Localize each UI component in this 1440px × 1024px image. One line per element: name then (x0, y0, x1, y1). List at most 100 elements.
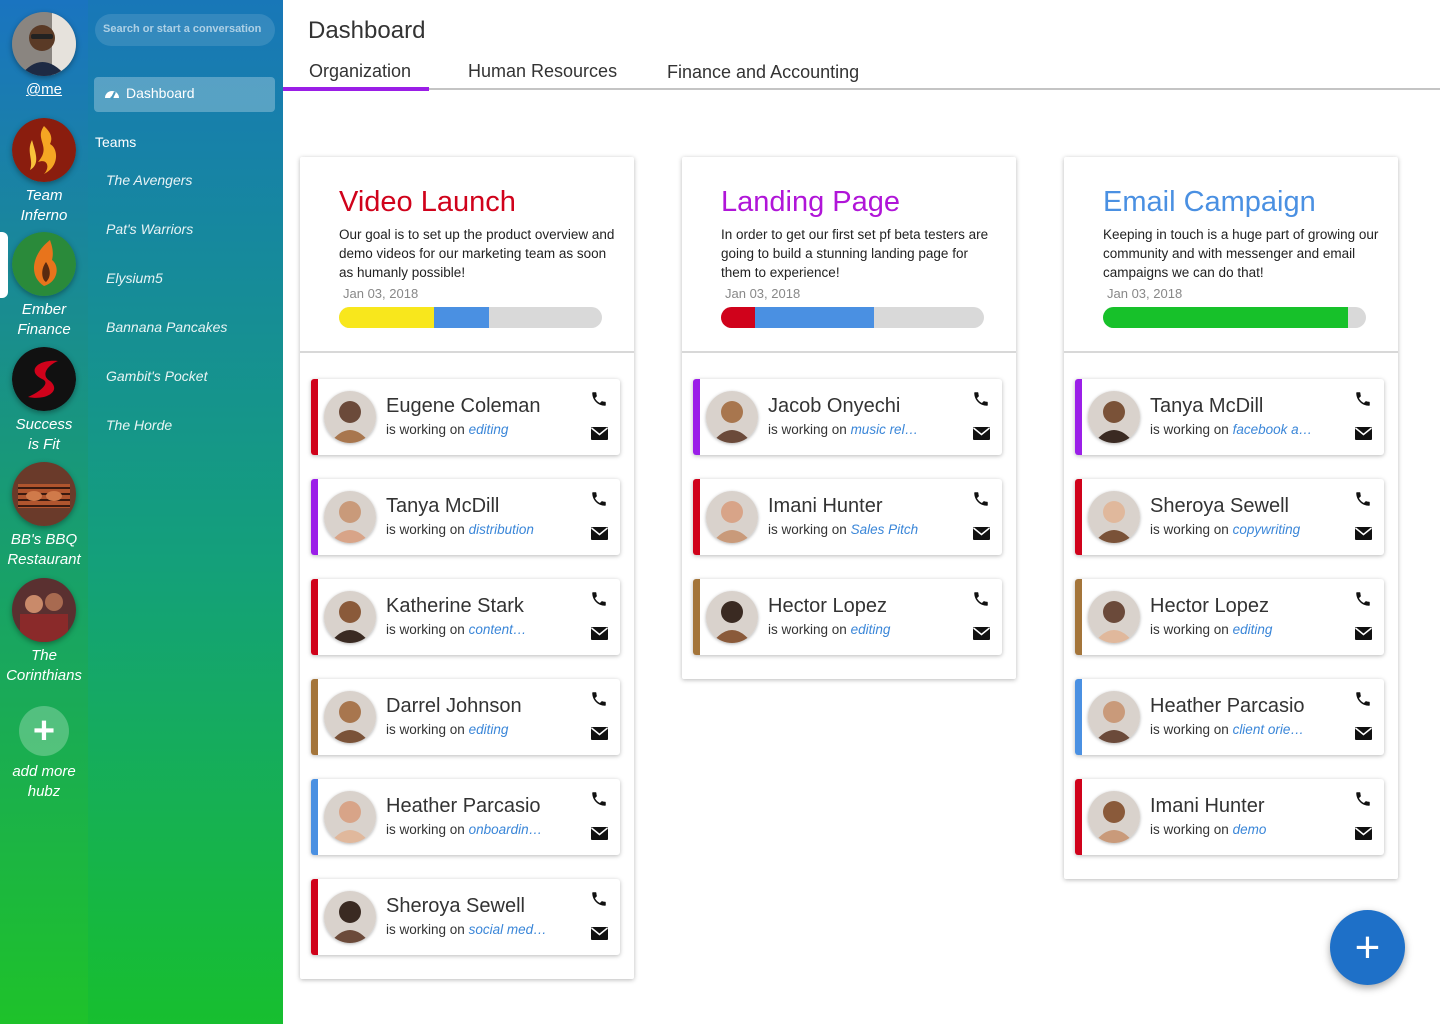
member-avatar[interactable] (706, 591, 758, 643)
mail-icon[interactable] (973, 627, 990, 640)
member-status: is working on facebook a… (1150, 422, 1312, 437)
member-card[interactable]: Tanya McDill is working on facebook a… (1075, 379, 1384, 455)
project-title[interactable]: Video Launch (339, 185, 634, 219)
member-task[interactable]: copywriting (1233, 522, 1301, 537)
member-avatar[interactable] (1088, 791, 1140, 843)
member-card[interactable]: Katherine Stark is working on content… (311, 579, 620, 655)
member-task[interactable]: onboardin… (469, 822, 543, 837)
member-card[interactable]: Darrel Johnson is working on editing (311, 679, 620, 755)
add-project-fab[interactable]: + (1330, 910, 1405, 985)
sidebar-team-item[interactable]: Pat's Warriors (106, 221, 193, 237)
member-task[interactable]: social med… (469, 922, 547, 937)
member-card[interactable]: Hector Lopez is working on editing (693, 579, 1002, 655)
phone-icon[interactable] (1354, 390, 1372, 408)
phone-icon[interactable] (590, 490, 608, 508)
member-avatar[interactable] (324, 691, 376, 743)
hub-ember-finance[interactable]: Ember Finance (0, 232, 88, 340)
member-task[interactable]: distribution (469, 522, 534, 537)
sidebar-team-item[interactable]: Gambit's Pocket (106, 368, 208, 384)
member-task[interactable]: client orie… (1233, 722, 1304, 737)
tab-finance-accounting[interactable]: Finance and Accounting (667, 62, 859, 83)
hub-success-is-fit[interactable]: Success is Fit (0, 347, 88, 455)
mail-icon[interactable] (591, 827, 608, 840)
member-task[interactable]: editing (469, 722, 509, 737)
member-avatar[interactable] (706, 391, 758, 443)
tab-organization[interactable]: Organization (309, 61, 411, 82)
mail-icon[interactable] (973, 527, 990, 540)
member-avatar[interactable] (1088, 391, 1140, 443)
tab-human-resources[interactable]: Human Resources (468, 61, 617, 82)
member-card[interactable]: Imani Hunter is working on Sales Pitch (693, 479, 1002, 555)
project-description: In order to get our first set pf beta te… (721, 227, 989, 280)
sidebar-item-dashboard[interactable]: Dashboard (94, 77, 275, 112)
phone-icon[interactable] (1354, 790, 1372, 808)
mail-icon[interactable] (1355, 627, 1372, 640)
member-avatar[interactable] (324, 391, 376, 443)
member-avatar[interactable] (324, 891, 376, 943)
member-card[interactable]: Heather Parcasio is working on onboardin… (311, 779, 620, 855)
mail-icon[interactable] (591, 527, 608, 540)
member-avatar[interactable] (324, 791, 376, 843)
member-name: Hector Lopez (768, 595, 887, 617)
member-card[interactable]: Tanya McDill is working on distribution (311, 479, 620, 555)
sidebar-team-item[interactable]: The Horde (106, 417, 172, 433)
member-task[interactable]: editing (469, 422, 509, 437)
mail-icon[interactable] (591, 727, 608, 740)
member-card[interactable]: Sheroya Sewell is working on copywriting (1075, 479, 1384, 555)
phone-icon[interactable] (590, 790, 608, 808)
member-card[interactable]: Hector Lopez is working on editing (1075, 579, 1384, 655)
hub-rail: @me Team Inferno Ember Finance Success i… (0, 0, 88, 1024)
member-task[interactable]: facebook a… (1233, 422, 1313, 437)
mail-icon[interactable] (973, 427, 990, 440)
hub-the-corinthians[interactable]: The Corinthians (0, 578, 88, 686)
member-card[interactable]: Imani Hunter is working on demo (1075, 779, 1384, 855)
hub-team-inferno[interactable]: Team Inferno (0, 118, 88, 226)
phone-icon[interactable] (1354, 590, 1372, 608)
member-avatar[interactable] (1088, 591, 1140, 643)
phone-icon[interactable] (590, 890, 608, 908)
member-card[interactable]: Eugene Coleman is working on editing (311, 379, 620, 455)
member-avatar[interactable] (706, 491, 758, 543)
working-on-label: is working on (768, 522, 847, 537)
member-task[interactable]: editing (1233, 622, 1273, 637)
mail-icon[interactable] (591, 427, 608, 440)
member-task[interactable]: Sales Pitch (851, 522, 919, 537)
project-title[interactable]: Landing Page (721, 185, 1016, 219)
member-avatar[interactable] (324, 591, 376, 643)
member-task[interactable]: editing (851, 622, 891, 637)
member-avatar[interactable] (324, 491, 376, 543)
phone-icon[interactable] (590, 690, 608, 708)
member-task[interactable]: demo (1233, 822, 1267, 837)
working-on-label: is working on (1150, 722, 1229, 737)
phone-icon[interactable] (1354, 490, 1372, 508)
hub-label: The Corinthians (6, 647, 82, 684)
mail-icon[interactable] (591, 927, 608, 940)
phone-icon[interactable] (972, 390, 990, 408)
hub-me[interactable]: @me (0, 12, 88, 100)
member-card[interactable]: Heather Parcasio is working on client ori… (1075, 679, 1384, 755)
member-task[interactable]: content… (469, 622, 527, 637)
member-card[interactable]: Jacob Onyechi is working on music rel… (693, 379, 1002, 455)
phone-icon[interactable] (590, 590, 608, 608)
phone-icon[interactable] (972, 490, 990, 508)
member-task[interactable]: music rel… (851, 422, 919, 437)
mail-icon[interactable] (591, 627, 608, 640)
sidebar-team-item[interactable]: Bannana Pancakes (106, 319, 227, 335)
mail-icon[interactable] (1355, 827, 1372, 840)
mail-icon[interactable] (1355, 427, 1372, 440)
search-input[interactable]: Search or start a conversation (95, 14, 275, 46)
sidebar-team-item[interactable]: The Avengers (106, 172, 192, 188)
phone-icon[interactable] (972, 590, 990, 608)
mail-icon[interactable] (1355, 527, 1372, 540)
project-title[interactable]: Email Campaign (1103, 185, 1398, 219)
member-avatar[interactable] (1088, 691, 1140, 743)
phone-icon[interactable] (1354, 690, 1372, 708)
hub-label: Ember Finance (17, 301, 71, 338)
add-hub-button[interactable]: + add more hubz (0, 706, 88, 802)
sidebar-team-item[interactable]: Elysium5 (106, 270, 163, 286)
mail-icon[interactable] (1355, 727, 1372, 740)
member-avatar[interactable] (1088, 491, 1140, 543)
hub-bbq-restaurant[interactable]: BB's BBQ Restaurant (0, 462, 88, 570)
member-card[interactable]: Sheroya Sewell is working on social med… (311, 879, 620, 955)
phone-icon[interactable] (590, 390, 608, 408)
